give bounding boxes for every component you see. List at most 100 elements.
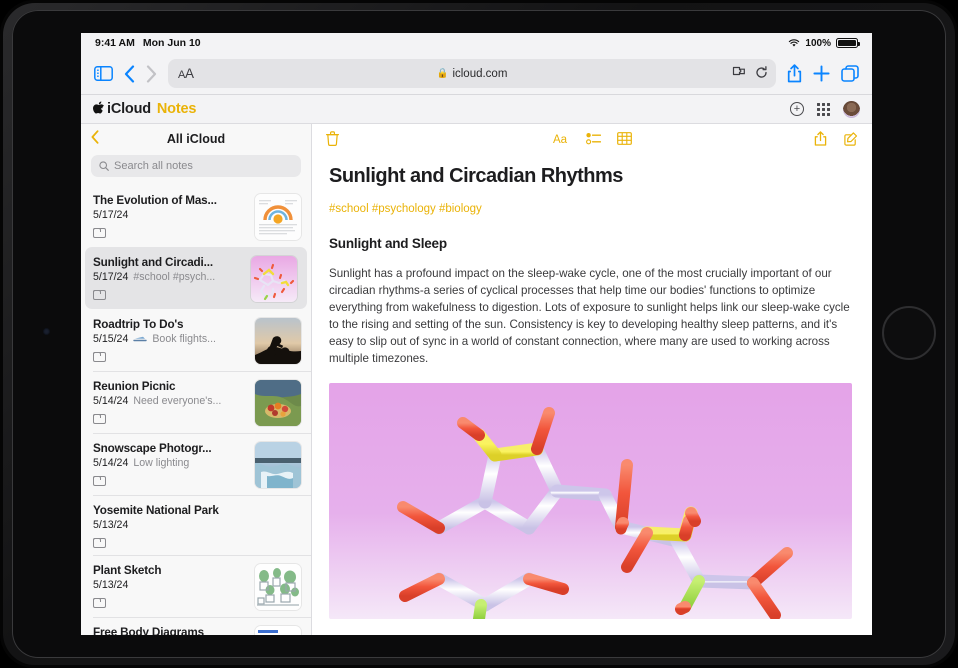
sidebar-title: All iCloud (81, 132, 311, 146)
note-thumbnail (255, 442, 301, 488)
note-text: Roadtrip To Do's 5/15/24 Book flights... (93, 318, 247, 364)
list-item[interactable]: Free Body Diagrams 5/13/24 (81, 617, 311, 635)
note-snippet: Need everyone's... (133, 395, 221, 407)
note-thumbnail (255, 380, 301, 426)
note-title: Free Body Diagrams (93, 626, 247, 635)
svg-text:Aa: Aa (553, 134, 568, 145)
status-right: 100% (788, 38, 858, 49)
note-thumbnail (255, 318, 301, 364)
note-date: 5/13/24 (93, 519, 128, 531)
notes-list[interactable]: The Evolution of Mas... 5/17/24 (81, 185, 311, 635)
note-meta: 5/13/24 (93, 519, 301, 531)
list-item[interactable]: Snowscape Photogr... 5/14/24 Low lightin… (81, 433, 311, 495)
icloud-brand[interactable]: iCloud Notes (93, 101, 196, 117)
status-date: Mon Jun 10 (143, 37, 201, 49)
note-content[interactable]: Sunlight and Circadian Rhythms #school #… (312, 153, 872, 635)
note-text: Yosemite National Park 5/13/24 (93, 504, 301, 548)
note-meta: 5/14/24 Low lighting (93, 457, 247, 469)
list-item[interactable]: Plant Sketch 5/13/24 (81, 555, 311, 617)
url-right-icons (732, 66, 768, 82)
url-field[interactable]: AA 🔒 icloud.com (168, 59, 776, 88)
ipad-device: 9:41 AM Mon Jun 10 100% (0, 0, 958, 668)
note-section-heading: Sunlight and Sleep (329, 236, 855, 251)
apple-logo-icon (93, 101, 105, 117)
folder-icon (93, 598, 106, 608)
folder-icon (93, 290, 106, 300)
address-bar[interactable]: AA 🔒 icloud.com (168, 59, 776, 88)
status-left: 9:41 AM Mon Jun 10 (95, 37, 201, 49)
note-meta: 5/14/24 Need everyone's... (93, 395, 247, 407)
note-title: Yosemite National Park (93, 504, 301, 517)
back-chevron-icon[interactable] (124, 65, 135, 83)
icloud-header-actions: + (790, 101, 860, 118)
note-snippet: Book flights... (152, 333, 216, 345)
search-input[interactable]: Search all notes (91, 155, 301, 177)
home-button[interactable] (882, 306, 936, 360)
search-icon (99, 161, 109, 171)
note-text: Free Body Diagrams 5/13/24 (93, 626, 247, 635)
text-format-aa-icon[interactable]: Aa (553, 132, 570, 145)
note-date: 5/14/24 (93, 395, 128, 407)
list-item[interactable]: Roadtrip To Do's 5/15/24 Book flights... (81, 309, 311, 371)
brand-icloud-label: iCloud (107, 101, 151, 117)
table-icon[interactable] (617, 132, 632, 145)
page-settings-aa-icon[interactable]: AA (178, 66, 194, 81)
notes-sidebar: All iCloud Search all notes (81, 124, 312, 635)
checklist-flag-icon (133, 335, 147, 343)
battery-icon (836, 38, 858, 49)
note-detail: Aa (312, 124, 872, 635)
icloud-header: iCloud Notes + (81, 95, 872, 124)
user-avatar[interactable] (843, 101, 860, 118)
app-grid-icon[interactable] (817, 103, 830, 116)
format-tools: Aa (312, 132, 872, 145)
note-date: 5/17/24 (93, 271, 128, 283)
note-thumbnail (255, 564, 301, 610)
note-title: Snowscape Photogr... (93, 442, 247, 455)
lock-icon: 🔒 (437, 68, 449, 79)
note-meta: 5/17/24 #school #psych... (93, 271, 243, 283)
note-snippet: #school #psych... (133, 271, 215, 283)
note-heading-title: Sunlight and Circadian Rhythms (329, 165, 855, 188)
note-title: The Evolution of Mas... (93, 194, 247, 207)
list-item[interactable]: Yosemite National Park 5/13/24 (81, 495, 311, 555)
note-title: Reunion Picnic (93, 380, 247, 393)
list-item-selected[interactable]: Sunlight and Circadi... 5/17/24 #school … (85, 247, 307, 309)
safari-toolbar: AA 🔒 icloud.com (81, 53, 872, 95)
list-item[interactable]: The Evolution of Mas... 5/17/24 (81, 185, 311, 247)
note-tags[interactable]: #school #psychology #biology (329, 203, 855, 215)
brand-app-label: Notes (157, 101, 196, 117)
note-text: Snowscape Photogr... 5/14/24 Low lightin… (93, 442, 247, 488)
circle-plus-icon[interactable]: + (790, 102, 804, 116)
folder-icon (93, 228, 106, 238)
note-title: Sunlight and Circadi... (93, 256, 243, 269)
extensions-puzzle-icon[interactable] (732, 66, 746, 82)
note-thumbnail (251, 256, 297, 302)
sidebar-header: All iCloud (81, 124, 311, 153)
share-icon[interactable] (787, 64, 802, 83)
note-text: Reunion Picnic 5/14/24 Need everyone's..… (93, 380, 247, 426)
note-thumbnail (255, 626, 301, 635)
folder-icon (93, 538, 106, 548)
note-meta: 5/13/24 (93, 579, 247, 591)
search-placeholder: Search all notes (114, 160, 193, 172)
checklist-icon[interactable] (586, 132, 601, 145)
plus-icon[interactable] (813, 65, 830, 82)
note-meta: 5/17/24 (93, 209, 247, 221)
molecule-illustration[interactable] (329, 383, 852, 619)
status-time: 9:41 AM (95, 37, 135, 49)
folder-icon (93, 414, 106, 424)
note-thumbnail (255, 194, 301, 240)
sidebar-toggle-icon[interactable] (94, 66, 113, 81)
note-title: Plant Sketch (93, 564, 247, 577)
folder-icon (93, 476, 106, 486)
note-text: Plant Sketch 5/13/24 (93, 564, 247, 610)
note-date: 5/15/24 (93, 333, 128, 345)
reload-icon[interactable] (755, 66, 768, 82)
url-text-group: 🔒 icloud.com (437, 68, 508, 80)
tab-overview-icon[interactable] (841, 65, 859, 83)
folder-icon (93, 352, 106, 362)
wifi-icon (788, 38, 800, 48)
forward-chevron-icon (146, 65, 157, 83)
list-item[interactable]: Reunion Picnic 5/14/24 Need everyone's..… (81, 371, 311, 433)
url-text: icloud.com (452, 68, 507, 80)
